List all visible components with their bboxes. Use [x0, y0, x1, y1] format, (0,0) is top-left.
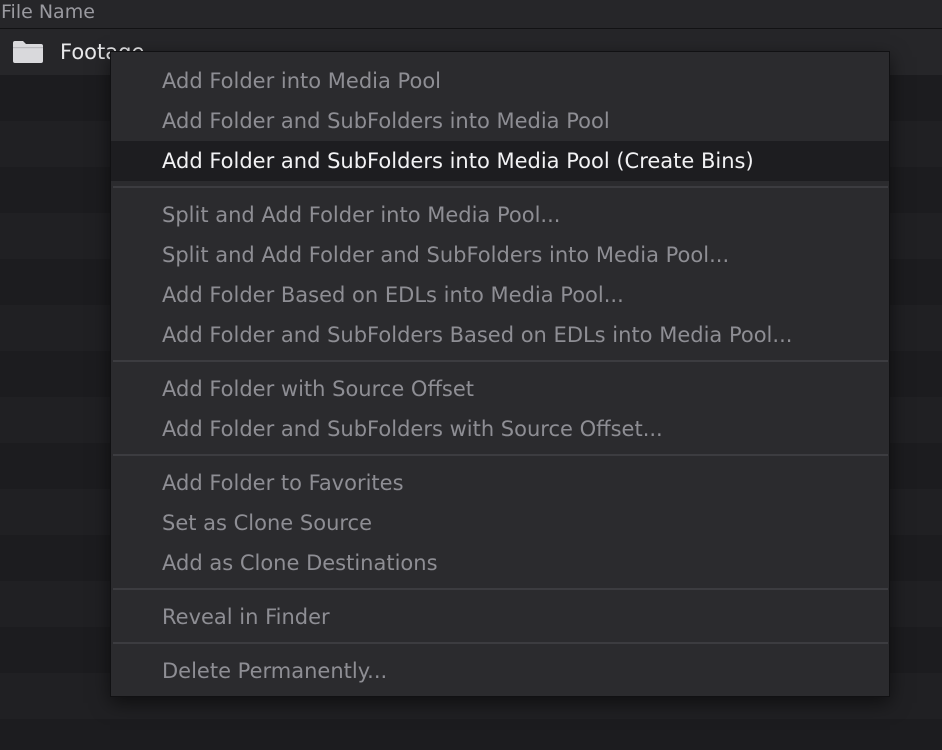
folder-context-menu: Add Folder into Media Pool Add Folder an…: [110, 51, 890, 697]
menu-item-add-folder-and-subfolders-create-bins[interactable]: Add Folder and SubFolders into Media Poo…: [111, 141, 889, 181]
menu-item-split-and-add-folder-and-subfolders[interactable]: Split and Add Folder and SubFolders into…: [111, 235, 889, 275]
media-storage-panel: File Name Footage Add Folder into Media …: [0, 0, 942, 750]
menu-separator: [113, 588, 888, 590]
menu-item-add-folder-and-subfolders-into-media-pool[interactable]: Add Folder and SubFolders into Media Poo…: [111, 101, 889, 141]
menu-item-add-folder-to-favorites[interactable]: Add Folder to Favorites: [111, 463, 889, 503]
menu-item-set-as-clone-source[interactable]: Set as Clone Source: [111, 503, 889, 543]
menu-separator: [113, 642, 888, 644]
menu-separator: [113, 186, 888, 188]
menu-separator: [113, 360, 888, 362]
folder-icon: [13, 41, 43, 63]
menu-item-add-folder-and-subfolders-based-on-edls[interactable]: Add Folder and SubFolders Based on EDLs …: [111, 315, 889, 355]
empty-row: [0, 719, 942, 750]
menu-item-add-folder-and-subfolders-with-source-offset[interactable]: Add Folder and SubFolders with Source Of…: [111, 409, 889, 449]
menu-separator: [113, 454, 888, 456]
menu-item-add-folder-based-on-edls[interactable]: Add Folder Based on EDLs into Media Pool…: [111, 275, 889, 315]
menu-item-delete-permanently[interactable]: Delete Permanently...: [111, 651, 889, 691]
menu-item-add-folder-into-media-pool[interactable]: Add Folder into Media Pool: [111, 61, 889, 101]
file-name-column-header[interactable]: File Name: [1, 0, 95, 24]
menu-item-split-and-add-folder[interactable]: Split and Add Folder into Media Pool...: [111, 195, 889, 235]
file-list-header: File Name: [0, 0, 942, 29]
menu-item-reveal-in-finder[interactable]: Reveal in Finder: [111, 597, 889, 637]
menu-item-add-folder-with-source-offset[interactable]: Add Folder with Source Offset: [111, 369, 889, 409]
menu-item-add-as-clone-destinations[interactable]: Add as Clone Destinations: [111, 543, 889, 583]
